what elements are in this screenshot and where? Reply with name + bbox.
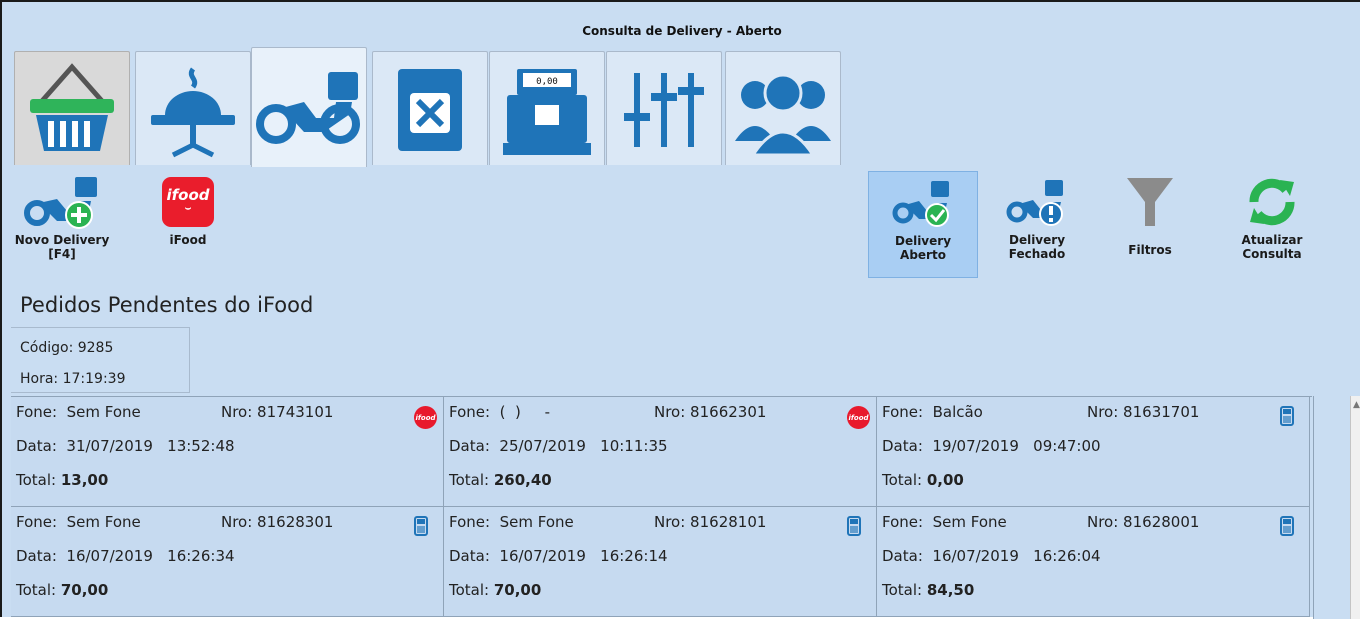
- ifood-logo-icon: ifood ⌣: [162, 177, 214, 227]
- pos-terminal-icon: [1280, 516, 1294, 536]
- order-phone: Fone: Sem Fone: [16, 513, 141, 531]
- order-card[interactable]: Fone: Balcão Nro: 81631701 Data: 19/07/2…: [877, 397, 1310, 507]
- refresh-label-1: Atualizar: [1241, 233, 1303, 247]
- pending-time: Hora: 17:19:39: [20, 371, 126, 387]
- order-card[interactable]: Fone: ( ) - Nro: 81662301 ifood Data: 25…: [444, 397, 877, 507]
- restaurant-table-icon: [151, 67, 235, 157]
- order-total: Total: 70,00: [16, 581, 109, 599]
- order-card[interactable]: Fone: Sem Fone Nro: 81743101 ifood Data:…: [11, 397, 444, 507]
- filters-button[interactable]: Filtros: [1110, 171, 1190, 278]
- tab-sales[interactable]: [14, 51, 130, 165]
- delivery-open-button[interactable]: Delivery Aberto: [868, 171, 978, 278]
- order-total: Total: 0,00: [882, 471, 964, 489]
- order-date: Data: 16/07/2019 16:26:04: [882, 547, 1101, 565]
- order-phone: Fone: Sem Fone: [449, 513, 574, 531]
- funnel-filter-icon: [1127, 178, 1173, 226]
- tab-settings[interactable]: [606, 51, 722, 165]
- pending-orders-title: Pedidos Pendentes do iFood: [20, 293, 314, 317]
- refresh-button[interactable]: Atualizar Consulta: [1222, 171, 1322, 278]
- tab-delivery[interactable]: [251, 47, 367, 167]
- tab-cashier[interactable]: 0,00: [489, 51, 605, 165]
- order-date: Data: 19/07/2019 09:47:00: [882, 437, 1101, 455]
- delivery-open-label-2: Aberto: [900, 248, 946, 262]
- orders-grid: Fone: Sem Fone Nro: 81743101 ifood Data:…: [11, 396, 1312, 620]
- order-phone: Fone: ( ) -: [449, 403, 551, 421]
- cash-register-icon: 0,00: [503, 68, 591, 155]
- tab-users[interactable]: [725, 51, 841, 165]
- sliders-settings-icon: [624, 72, 704, 147]
- pos-terminal-icon: [847, 516, 861, 536]
- ifood-button[interactable]: ifood ⌣ iFood: [148, 171, 228, 278]
- order-date: Data: 16/07/2019 16:26:34: [16, 547, 235, 565]
- new-delivery-shortcut: [F4]: [48, 247, 76, 261]
- order-number: Nro: 81628101: [654, 513, 767, 531]
- pos-terminal-icon: [1280, 406, 1294, 426]
- new-delivery-label: Novo Delivery: [14, 233, 110, 247]
- order-total: Total: 260,40: [449, 471, 552, 489]
- delivery-closed-label-1: Delivery: [1008, 233, 1066, 247]
- scroll-up-icon[interactable]: ▲: [1353, 400, 1360, 410]
- menu-book-icon: [398, 68, 462, 151]
- order-card[interactable]: Fone: Sem Fone Nro: 81628101 Data: 16/07…: [444, 507, 877, 617]
- delivery-open-label-1: Delivery: [894, 234, 952, 248]
- filters-label: Filtros: [1128, 243, 1172, 257]
- order-number: Nro: 81628001: [1087, 513, 1200, 531]
- order-number: Nro: 81743101: [221, 403, 334, 421]
- delivery-open-icon: [892, 181, 949, 227]
- pos-terminal-icon: [414, 516, 428, 536]
- window-title: Consulta de Delivery - Aberto: [582, 24, 782, 38]
- delivery-closed-label-2: Fechado: [1008, 247, 1066, 261]
- delivery-closed-button[interactable]: Delivery Fechado: [987, 171, 1087, 278]
- order-total: Total: 13,00: [16, 471, 109, 489]
- users-group-icon: [735, 73, 831, 156]
- refresh-icon: [1249, 178, 1295, 226]
- ifood-badge-icon: ifood: [847, 406, 870, 429]
- pending-code: Código: 9285: [20, 340, 114, 356]
- svg-text:0,00: 0,00: [536, 77, 558, 87]
- ifood-badge-icon: ifood: [414, 406, 437, 429]
- delivery-closed-icon: [1006, 180, 1063, 226]
- tab-menu[interactable]: [372, 51, 488, 165]
- delivery-window: Consulta de Delivery - Aberto 0,00 Novo …: [0, 0, 1360, 620]
- shopping-basket-icon: [30, 62, 114, 151]
- order-card[interactable]: Fone: Sem Fone Nro: 81628001 Data: 16/07…: [877, 507, 1310, 617]
- order-phone: Fone: Sem Fone: [16, 403, 141, 421]
- delivery-motorcycle-icon: [256, 71, 360, 144]
- ifood-label: iFood: [169, 233, 207, 247]
- order-phone: Fone: Balcão: [882, 403, 983, 421]
- order-number: Nro: 81631701: [1087, 403, 1200, 421]
- tab-tables[interactable]: [135, 51, 251, 165]
- order-number: Nro: 81628301: [221, 513, 334, 531]
- order-total: Total: 70,00: [449, 581, 542, 599]
- new-delivery-icon: [24, 177, 97, 229]
- order-number: Nro: 81662301: [654, 403, 767, 421]
- order-date: Data: 16/07/2019 16:26:14: [449, 547, 668, 565]
- order-card[interactable]: Fone: Sem Fone Nro: 81628301 Data: 16/07…: [11, 507, 444, 617]
- vertical-scrollbar[interactable]: ▲: [1350, 396, 1360, 619]
- ifood-logo-text: ifood: [166, 186, 210, 204]
- order-phone: Fone: Sem Fone: [882, 513, 1007, 531]
- order-total: Total: 84,50: [882, 581, 975, 599]
- orders-scroll-area: ▲: [1313, 396, 1360, 619]
- order-date: Data: 31/07/2019 13:52:48: [16, 437, 235, 455]
- order-date: Data: 25/07/2019 10:11:35: [449, 437, 668, 455]
- new-delivery-button[interactable]: Novo Delivery [F4]: [12, 171, 112, 278]
- pending-info-box: Código: 9285 Hora: 17:19:39: [11, 327, 190, 393]
- refresh-label-2: Consulta: [1242, 247, 1302, 261]
